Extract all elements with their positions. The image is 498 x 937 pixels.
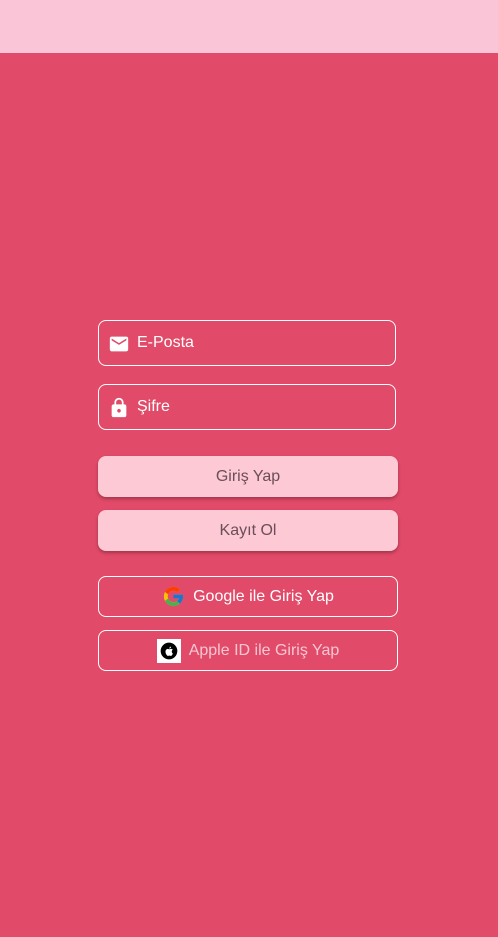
mail-icon bbox=[108, 333, 130, 355]
login-button[interactable]: Giriş Yap bbox=[98, 456, 398, 497]
app-bar bbox=[0, 0, 498, 53]
email-field[interactable] bbox=[98, 320, 396, 366]
register-button[interactable]: Kayıt Ol bbox=[98, 510, 398, 551]
apple-signin-label: Apple ID ile Giriş Yap bbox=[188, 641, 340, 659]
password-field[interactable] bbox=[98, 384, 396, 430]
lock-icon bbox=[108, 397, 130, 419]
google-signin-label: Google ile Giriş Yap bbox=[193, 587, 334, 605]
apple-signin-button[interactable]: Apple ID ile Giriş Yap bbox=[98, 630, 398, 671]
password-input[interactable] bbox=[137, 385, 387, 429]
apple-logo-icon bbox=[156, 638, 181, 663]
google-logo-icon bbox=[162, 585, 185, 608]
login-screen: Giriş Yap Kayıt Ol Google ile Giriş Yap … bbox=[0, 0, 498, 937]
google-signin-button[interactable]: Google ile Giriş Yap bbox=[98, 576, 398, 617]
email-input[interactable] bbox=[137, 321, 387, 365]
